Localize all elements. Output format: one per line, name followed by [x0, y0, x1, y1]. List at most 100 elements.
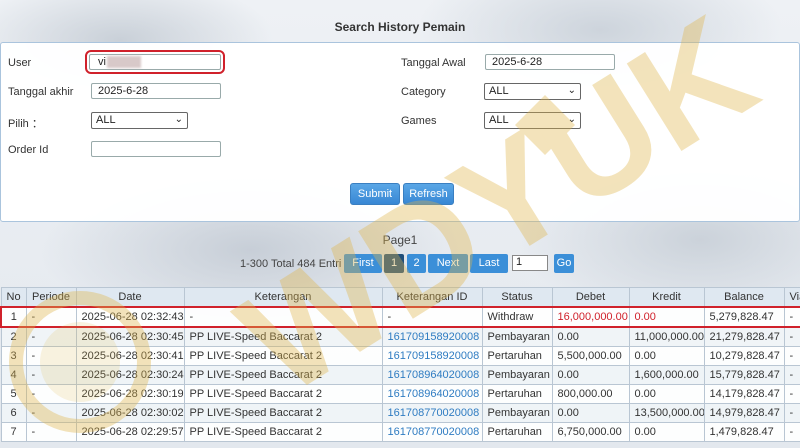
last-page-button[interactable]: Last: [470, 254, 508, 273]
cell-balance: 21,279,828.47: [703, 326, 785, 347]
cell-periode: -: [25, 326, 77, 347]
cell-status: Pertaruhan: [481, 422, 553, 442]
table-row: 6 - 2025-06-28 02:30:02 PP LIVE-Speed Ba…: [0, 403, 800, 423]
page-number-input[interactable]: 1: [512, 255, 548, 271]
tanggal-awal-label: Tanggal Awal: [401, 57, 466, 69]
first-page-button[interactable]: First: [344, 254, 382, 273]
table-header-row: No Periode Date Keterangan Keterangan ID…: [0, 287, 800, 308]
col-header-no[interactable]: No: [0, 287, 27, 308]
chevron-down-icon: ⌄: [567, 114, 576, 125]
table-row: 3 - 2025-06-28 02:30:41 PP LIVE-Speed Ba…: [0, 346, 800, 366]
pilih-select[interactable]: ALL ⌄: [91, 112, 188, 129]
category-select[interactable]: ALL ⌄: [484, 83, 581, 100]
cell-debet: 0.00: [551, 365, 630, 385]
col-header-balance[interactable]: Balance: [703, 287, 785, 308]
cell-keterangan: PP LIVE-Speed Baccarat 2: [183, 346, 383, 366]
cell-kredit: 0.00: [628, 306, 705, 328]
tanggal-akhir-input[interactable]: 2025-6-28: [91, 83, 221, 99]
cell-date: 2025-06-28 02:30:45: [75, 326, 185, 347]
cell-balance: 15,779,828.47: [703, 365, 785, 385]
col-header-periode[interactable]: Periode: [25, 287, 77, 308]
redacted-username-block: [107, 56, 141, 68]
tanggal-awal-input[interactable]: 2025-6-28: [485, 54, 615, 70]
cell-keterangan: PP LIVE-Speed Baccarat 2: [183, 403, 383, 423]
cell-no: 7: [0, 422, 27, 442]
page-1-button[interactable]: 1: [384, 254, 404, 273]
cell-keterangan-id-link[interactable]: 161709158920008: [381, 326, 483, 347]
cell-keterangan: PP LIVE-Speed Baccarat 2: [183, 422, 383, 442]
page-2-button[interactable]: 2: [407, 254, 426, 273]
submit-button[interactable]: Submit: [350, 183, 400, 205]
cell-kredit: 11,000,000.00: [628, 326, 705, 347]
cell-keterangan: PP LIVE-Speed Baccarat 2: [183, 384, 383, 404]
cell-date: 2025-06-28 02:30:02: [75, 403, 185, 423]
category-label: Category: [401, 86, 446, 98]
cell-via: -: [783, 306, 800, 328]
cell-periode: -: [25, 384, 77, 404]
pager-title: Page1: [382, 233, 418, 247]
cell-periode: -: [25, 306, 77, 328]
pilih-label: Pilih ：: [8, 118, 43, 130]
table-row: 4 - 2025-06-28 02:30:24 PP LIVE-Speed Ba…: [0, 365, 800, 385]
cell-via: -: [783, 346, 800, 366]
cell-periode: -: [25, 365, 77, 385]
cell-periode: -: [25, 422, 77, 442]
cell-kredit: 0.00: [628, 422, 705, 442]
cell-date: 2025-06-28 02:30:41: [75, 346, 185, 366]
order-id-input[interactable]: [91, 141, 221, 157]
pager-total: 1-300 Total 484 Entri: [240, 258, 342, 270]
cell-kredit: 0.00: [628, 346, 705, 366]
next-page-button[interactable]: Next: [428, 254, 468, 273]
cell-date: 2025-06-28 02:30:19: [75, 384, 185, 404]
col-header-date[interactable]: Date: [75, 287, 185, 308]
cell-no: 5: [0, 384, 27, 404]
cell-status: Pertaruhan: [481, 346, 553, 366]
cell-via: -: [783, 326, 800, 347]
games-label: Games: [401, 115, 437, 127]
col-header-debet[interactable]: Debet: [551, 287, 630, 308]
cell-debet: 0.00: [551, 403, 630, 423]
table-row: 7 - 2025-06-28 02:29:57 PP LIVE-Speed Ba…: [0, 422, 800, 442]
cell-keterangan-id-link[interactable]: 161708770020008: [381, 422, 483, 442]
cell-balance: 10,279,828.47: [703, 346, 785, 366]
page-title: Search History Pemain: [334, 20, 466, 34]
cell-debet: 6,750,000.00: [551, 422, 630, 442]
col-header-kredit[interactable]: Kredit: [628, 287, 705, 308]
cell-debet: 0.00: [551, 326, 630, 347]
games-select[interactable]: ALL ⌄: [484, 112, 581, 129]
pilih-select-value: ALL: [96, 114, 116, 126]
refresh-button[interactable]: Refresh: [403, 183, 454, 205]
cell-no: 3: [0, 346, 27, 366]
cell-keterangan-id-link[interactable]: 161708964020008: [381, 384, 483, 404]
col-header-keterangan-id[interactable]: Keterangan ID: [381, 287, 483, 308]
chevron-down-icon: ⌄: [174, 114, 183, 125]
order-id-label: Order Id: [8, 144, 49, 156]
cell-keterangan-id-link[interactable]: 161708964020008: [381, 365, 483, 385]
games-select-value: ALL: [489, 114, 509, 126]
cell-keterangan: PP LIVE-Speed Baccarat 2: [183, 365, 383, 385]
cell-no: 1: [0, 306, 27, 328]
cell-balance: 14,979,828.47: [703, 403, 785, 423]
table-row: 1 - 2025-06-28 02:32:43 - - Withdraw 16,…: [0, 306, 800, 328]
cell-via: -: [783, 422, 800, 442]
col-header-status[interactable]: Status: [481, 287, 553, 308]
tanggal-akhir-label: Tanggal akhir: [8, 86, 74, 98]
cell-keterangan: -: [183, 306, 383, 328]
col-header-via[interactable]: Via: [783, 287, 800, 308]
cell-kredit: 13,500,000.00: [628, 403, 705, 423]
cell-date: 2025-06-28 02:29:57: [75, 422, 185, 442]
cell-keterangan-id-link[interactable]: 161709158920008: [381, 346, 483, 366]
cell-no: 2: [0, 326, 27, 347]
chevron-down-icon: ⌄: [567, 85, 576, 96]
cell-date: 2025-06-28 02:32:43: [75, 306, 185, 328]
user-label: User: [8, 57, 32, 69]
cell-no: 6: [0, 403, 27, 423]
cell-via: -: [783, 403, 800, 423]
history-table: No Periode Date Keterangan Keterangan ID…: [0, 287, 800, 442]
cell-debet: 800,000.00: [551, 384, 630, 404]
go-button[interactable]: Go: [554, 254, 574, 273]
table-row: 5 - 2025-06-28 02:30:19 PP LIVE-Speed Ba…: [0, 384, 800, 404]
cell-debet: 5,500,000.00: [551, 346, 630, 366]
col-header-keterangan[interactable]: Keterangan: [183, 287, 383, 308]
cell-keterangan-id-link[interactable]: 161708770020008: [381, 403, 483, 423]
